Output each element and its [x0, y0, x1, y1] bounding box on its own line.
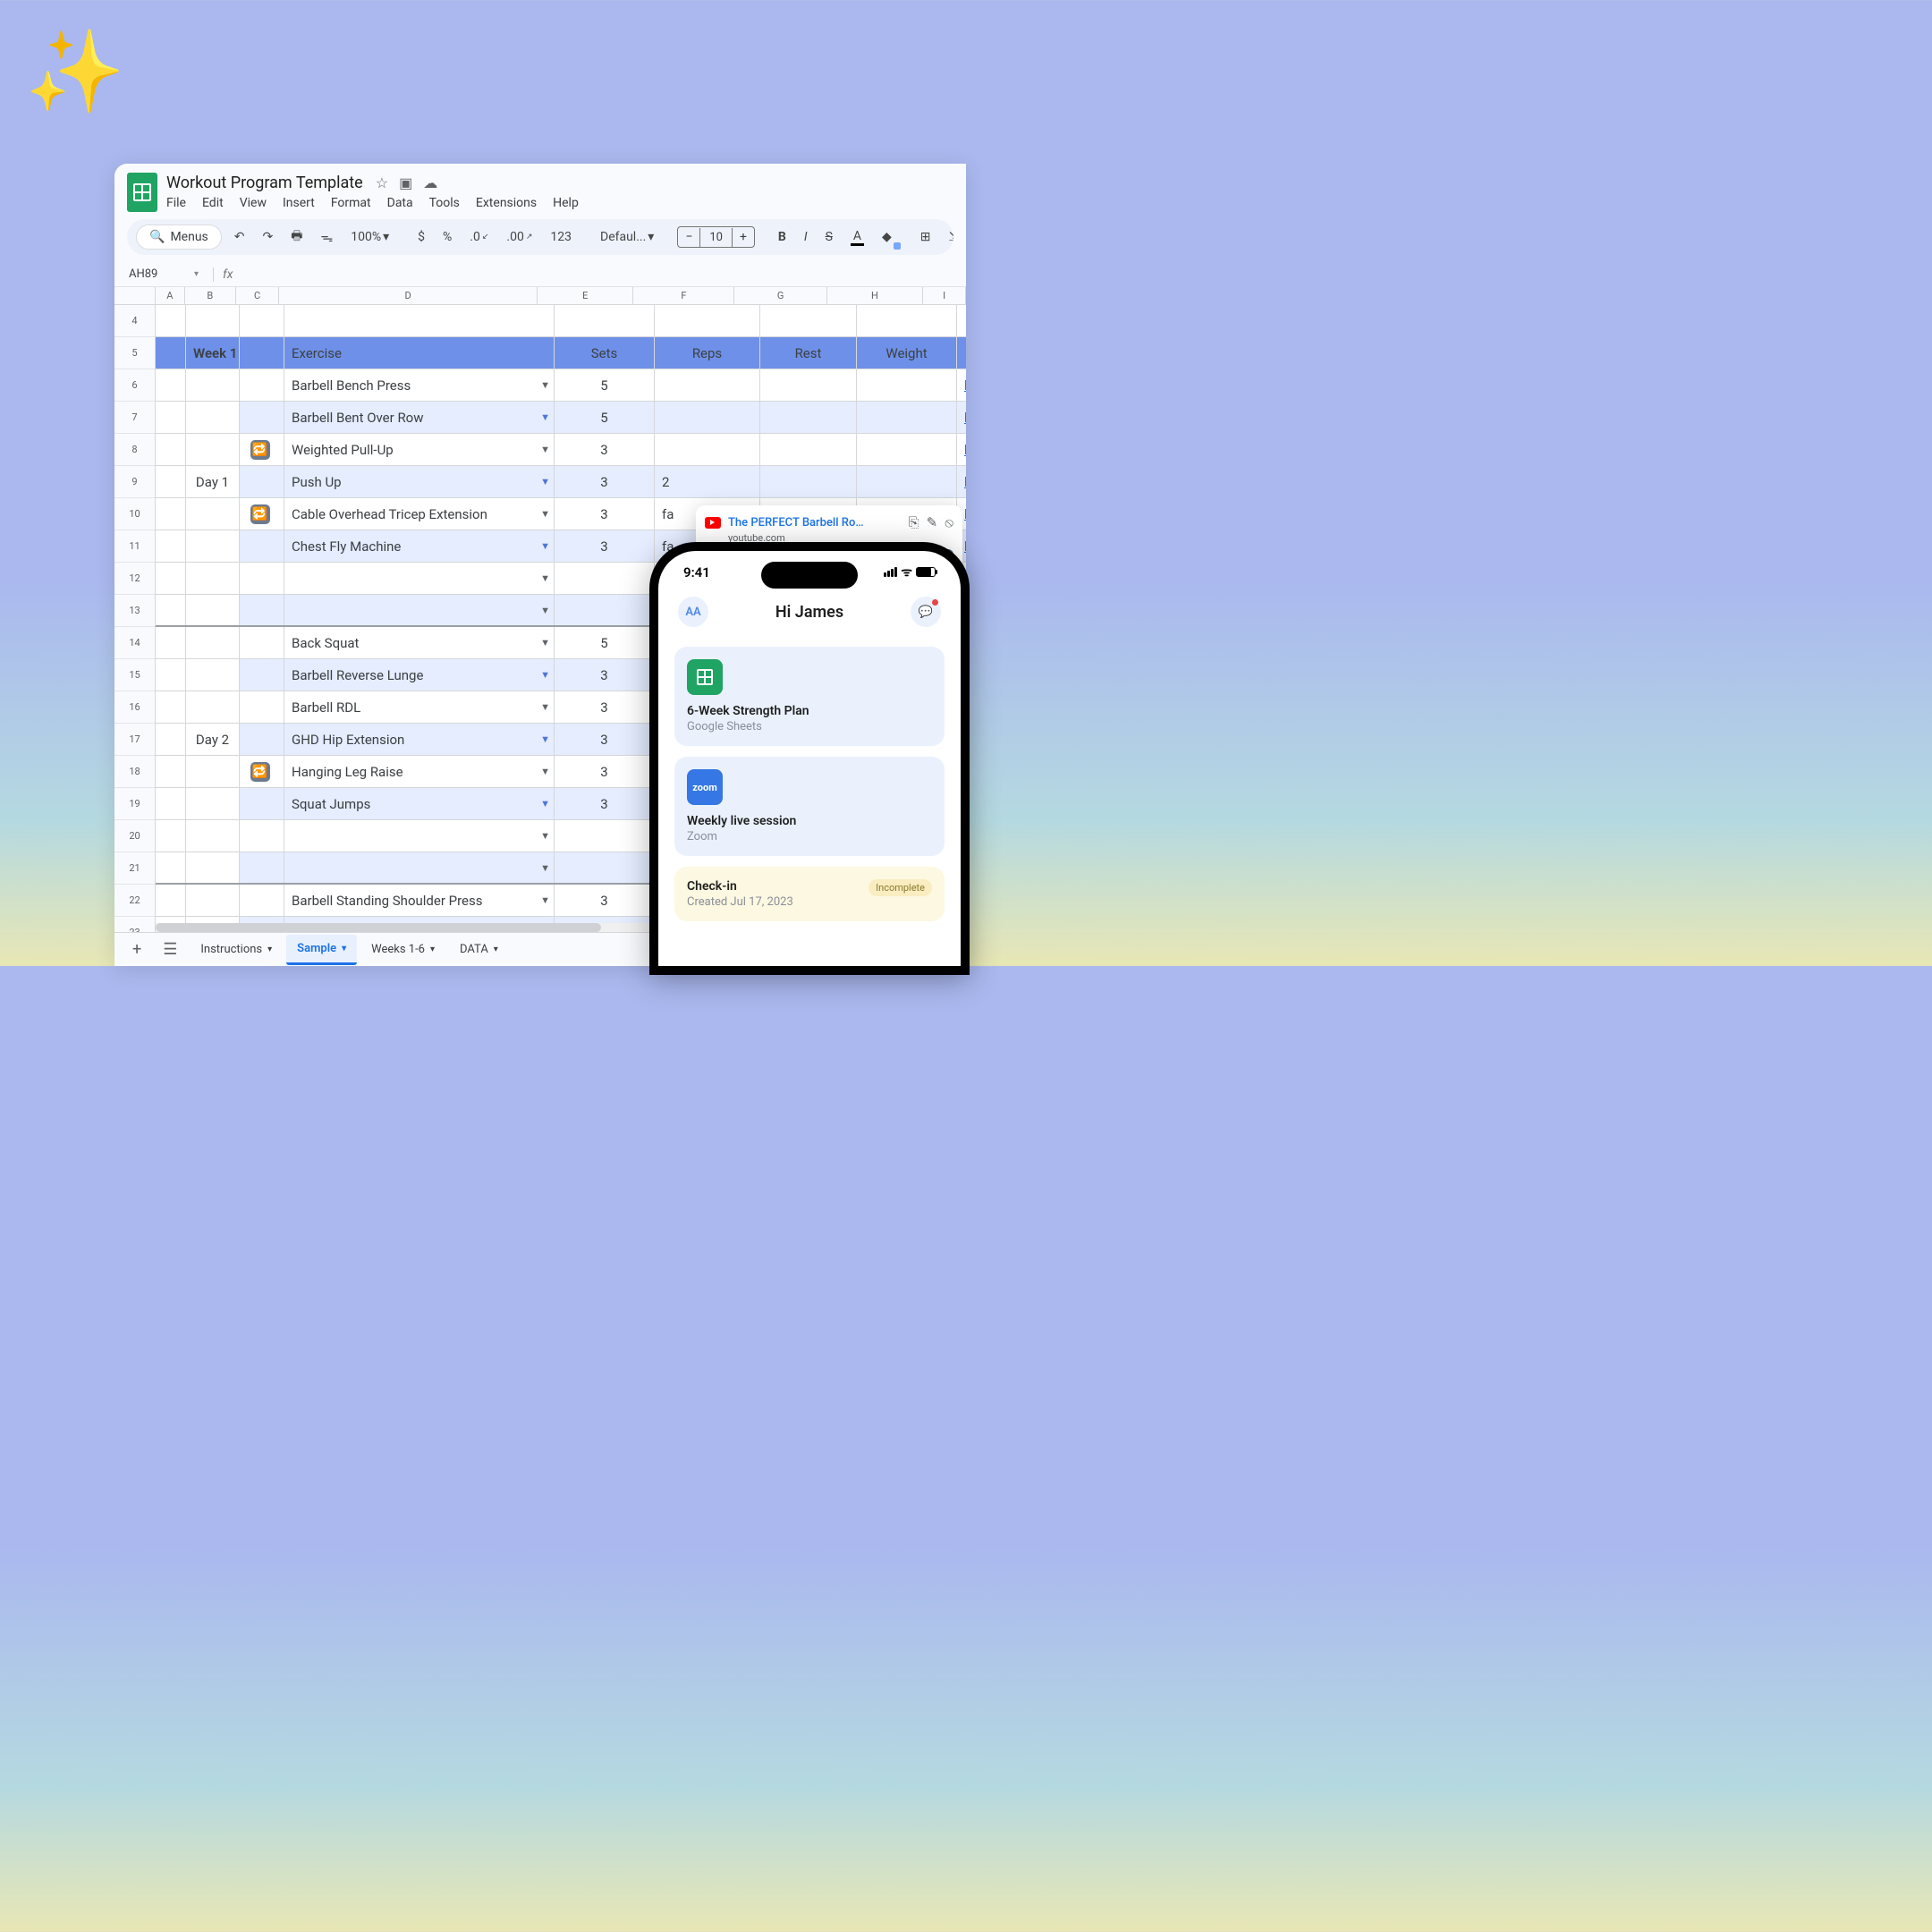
- borders-button[interactable]: ⊞: [915, 226, 936, 248]
- card-title: Weekly live session: [687, 814, 932, 828]
- sheet-tab-sample[interactable]: Sample ▾: [286, 935, 357, 965]
- signal-icon: [884, 567, 897, 577]
- search-icon: 🔍: [149, 230, 165, 244]
- menu-edit[interactable]: Edit: [202, 196, 224, 210]
- edit-link-icon[interactable]: ✎: [927, 514, 938, 530]
- card-title: 6-Week Strength Plan: [687, 704, 932, 718]
- copy-link-icon[interactable]: ⎘: [909, 514, 919, 530]
- menu-insert[interactable]: Insert: [283, 196, 315, 210]
- menus-search[interactable]: 🔍 Menus: [136, 225, 222, 250]
- app-body: 6-Week Strength Plan Google Sheets zoom …: [658, 640, 961, 928]
- menu-help[interactable]: Help: [553, 196, 579, 210]
- menu-view[interactable]: View: [240, 196, 267, 210]
- toolbar: 🔍 Menus ↶ ↷ 🖶 ᯓ 100% ▾ $ % .0↙ .00↗ 123 …: [127, 219, 953, 255]
- star-icon[interactable]: ☆: [376, 174, 388, 191]
- youtube-icon: [705, 517, 721, 529]
- font-size-value[interactable]: 10: [699, 228, 733, 247]
- all-sheets-button[interactable]: ☰: [154, 935, 186, 964]
- title-bar: Workout Program Template ☆ ▣ ☁ File Edit…: [114, 164, 966, 214]
- namebox-row: AH89▾ fx: [114, 262, 966, 287]
- greeting: Hi James: [775, 603, 843, 622]
- phone-mockup: 9:41 ᯤ AA Hi James 💬 6-Week Strength Pla…: [649, 542, 970, 975]
- superset-icon: 🔁: [250, 440, 270, 460]
- move-icon[interactable]: ▣: [399, 174, 412, 191]
- status-badge: Incomplete: [869, 879, 932, 896]
- cloud-status-icon[interactable]: ☁: [423, 174, 437, 191]
- card-subtitle: Zoom: [687, 830, 932, 843]
- superset-icon: 🔁: [250, 762, 270, 782]
- preview-title[interactable]: The PERFECT Barbell Ro…: [728, 516, 902, 530]
- menus-search-label: Menus: [170, 230, 208, 244]
- sheets-icon: [687, 659, 723, 695]
- menu-tools[interactable]: Tools: [429, 196, 460, 210]
- decrease-decimal-button[interactable]: .0↙: [464, 226, 494, 248]
- card-strength-plan[interactable]: 6-Week Strength Plan Google Sheets: [674, 647, 945, 746]
- wifi-icon: ᯤ: [901, 564, 912, 580]
- battery-icon: [916, 567, 936, 577]
- sheets-logo-icon[interactable]: [127, 173, 157, 212]
- sheet-tab-weeks[interactable]: Weeks 1-6 ▾: [360, 936, 445, 963]
- dynamic-island: [761, 562, 858, 589]
- print-icon[interactable]: 🖶: [285, 223, 308, 251]
- card-subtitle: Google Sheets: [687, 720, 932, 733]
- fx-icon: fx: [213, 267, 233, 282]
- avatar[interactable]: AA: [678, 597, 708, 627]
- sparkles-decoration: ✨: [25, 25, 125, 119]
- format-123-button[interactable]: 123: [545, 226, 577, 248]
- fill-color-button[interactable]: ◆: [877, 226, 897, 248]
- sheet-tab-instructions[interactable]: Instructions ▾: [190, 936, 283, 963]
- text-color-button[interactable]: A: [845, 225, 869, 250]
- sheet-tab-data[interactable]: DATA ▾: [449, 936, 509, 963]
- app-header: AA Hi James 💬: [658, 584, 961, 640]
- menu-format[interactable]: Format: [331, 196, 371, 210]
- name-box[interactable]: AH89▾: [123, 266, 204, 283]
- percent-button[interactable]: %: [437, 226, 457, 248]
- card-subtitle: Created Jul 17, 2023: [687, 895, 932, 909]
- zoom-dropdown[interactable]: 100% ▾: [345, 226, 394, 248]
- italic-button[interactable]: I: [799, 226, 813, 248]
- merge-button[interactable]: ⇲: [944, 226, 953, 248]
- row-numbers[interactable]: 456789101112131415161718192021222324: [114, 305, 156, 966]
- paint-format-icon[interactable]: ᯓ: [315, 225, 338, 250]
- card-checkin[interactable]: Incomplete Check-in Created Jul 17, 2023: [674, 867, 945, 921]
- menu-extensions[interactable]: Extensions: [476, 196, 537, 210]
- chat-button[interactable]: 💬: [911, 597, 941, 627]
- menu-bar: File Edit View Insert Format Data Tools …: [166, 194, 579, 212]
- column-headers[interactable]: A B C D E F G H I: [114, 287, 966, 305]
- clock: 9:41: [683, 564, 710, 580]
- decrease-font-button[interactable]: −: [678, 227, 699, 247]
- menu-data[interactable]: Data: [387, 196, 413, 210]
- add-sheet-button[interactable]: +: [123, 935, 150, 964]
- increase-font-button[interactable]: +: [733, 227, 754, 247]
- bold-button[interactable]: B: [773, 226, 792, 248]
- card-zoom[interactable]: zoom Weekly live session Zoom: [674, 757, 945, 856]
- currency-button[interactable]: $: [412, 226, 430, 248]
- document-title[interactable]: Workout Program Template: [166, 174, 363, 192]
- increase-decimal-button[interactable]: .00↗: [501, 226, 538, 248]
- superset-icon: 🔁: [250, 504, 270, 524]
- font-dropdown[interactable]: Defaul... ▾: [595, 226, 659, 248]
- strikethrough-button[interactable]: S: [820, 226, 838, 248]
- undo-icon[interactable]: ↶: [229, 226, 250, 248]
- unlink-icon[interactable]: ⦸: [945, 514, 953, 530]
- zoom-icon: zoom: [687, 769, 723, 805]
- redo-icon[interactable]: ↷: [258, 226, 279, 248]
- font-size-stepper[interactable]: − 10 +: [677, 226, 755, 248]
- menu-file[interactable]: File: [166, 196, 186, 210]
